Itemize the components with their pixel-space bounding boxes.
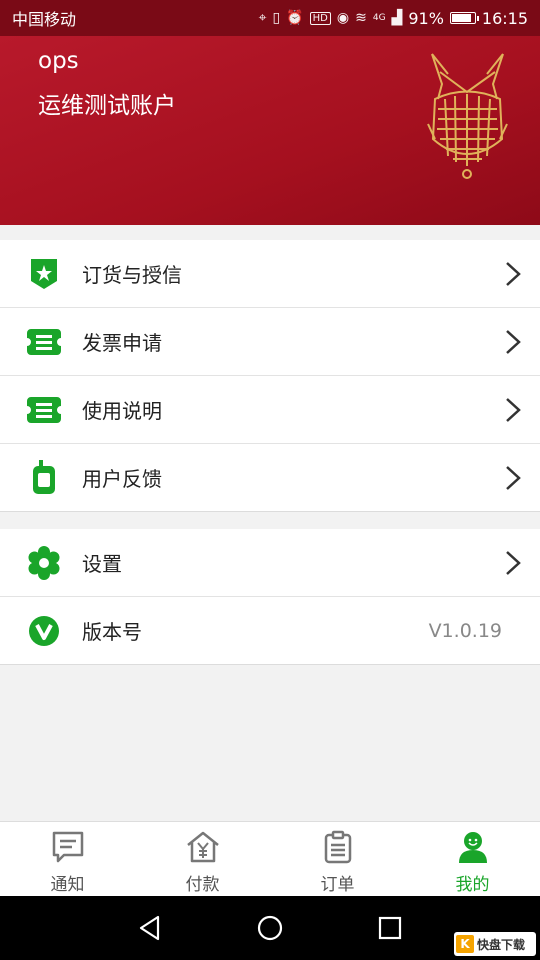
alarm-icon: ⏰	[286, 10, 304, 26]
menu-item-label: 设置	[82, 552, 122, 576]
battery-fill	[451, 14, 471, 22]
signal-icon: ▟	[391, 10, 403, 26]
menu-item-label: 使用说明	[82, 399, 162, 423]
network-type-label: 4G	[372, 13, 386, 23]
chevron-right-icon	[506, 330, 521, 354]
hd-icon: HD	[309, 11, 331, 25]
status-icons: ⌖ ▯ ⏰ HD ◉ ≋ 4G ▟ 91% 16:15	[259, 9, 528, 28]
shield-star-icon	[26, 256, 62, 292]
eye-icon: ◉	[336, 10, 350, 26]
message-icon	[52, 831, 83, 863]
status-bar: 中国移动 ⌖ ▯ ⏰ HD ◉ ≋ 4G ▟ 91% 16:15	[0, 0, 540, 36]
tab-payment[interactable]: 付款	[135, 822, 270, 896]
back-triangle-icon[interactable]	[136, 914, 164, 942]
carrier-label: 中国移动	[12, 10, 77, 29]
version-value: V1.0.19	[428, 619, 502, 642]
watermark-badge: K	[456, 935, 474, 953]
vibrate-icon: ▯	[272, 10, 281, 26]
wifi-icon: ≋	[355, 10, 367, 26]
system-navigation-bar: K 快盘下载	[0, 896, 540, 960]
home-circle-icon[interactable]	[256, 914, 284, 942]
battery-icon	[449, 12, 479, 24]
recents-square-icon[interactable]	[376, 914, 404, 942]
chevron-right-icon	[506, 466, 521, 490]
menu-group-settings: 设置 版本号 V1.0.19	[0, 529, 540, 665]
tab-label: 付款	[185, 875, 220, 895]
tab-label: 订单	[320, 875, 355, 895]
ticket-icon	[26, 392, 62, 428]
tab-notifications[interactable]: 通知	[0, 822, 135, 896]
walkie-talkie-icon	[26, 459, 62, 496]
profile-header: ops 运维测试账户	[0, 36, 540, 225]
chevron-right-icon	[506, 398, 521, 422]
menu-item-settings[interactable]: 设置	[0, 529, 540, 597]
user-icon	[458, 832, 487, 863]
watermark-text: 快盘下载	[477, 937, 526, 952]
gear-icon	[26, 545, 62, 581]
profile-account: 运维测试账户	[38, 93, 176, 119]
watermark-logo: K 快盘下载	[454, 932, 536, 956]
profile-name: ops	[38, 48, 79, 74]
menu-item-order-credit[interactable]: 订货与授信	[0, 240, 540, 308]
yen-house-icon	[186, 831, 219, 863]
tab-mine[interactable]: 我的	[405, 822, 540, 896]
ticket-icon	[26, 324, 62, 360]
tab-label: 我的	[455, 875, 490, 895]
version-v-icon	[26, 613, 62, 649]
bottom-tab-bar: 通知 付款 订单 我的	[0, 821, 540, 896]
battery-percent: 91%	[408, 8, 444, 28]
menu-item-label: 订货与授信	[82, 263, 182, 287]
tab-orders[interactable]: 订单	[270, 822, 405, 896]
brand-logo-icon	[427, 53, 508, 179]
chevron-right-icon	[506, 262, 521, 286]
clipboard-icon	[324, 830, 351, 864]
menu-item-label: 发票申请	[82, 331, 162, 355]
chevron-right-icon	[506, 551, 521, 575]
menu-item-label: 版本号	[82, 620, 142, 644]
menu-item-instructions[interactable]: 使用说明	[0, 376, 540, 444]
menu-item-feedback[interactable]: 用户反馈	[0, 444, 540, 512]
location-icon: ⌖	[258, 10, 267, 26]
menu-item-label: 用户反馈	[82, 467, 162, 491]
tab-label: 通知	[50, 875, 85, 895]
menu-item-invoice[interactable]: 发票申请	[0, 308, 540, 376]
menu-group-main: 订货与授信 发票申请 使用说明 用户反馈	[0, 240, 540, 512]
clock-time: 16:15	[481, 8, 528, 28]
menu-item-version: 版本号 V1.0.19	[0, 597, 540, 665]
